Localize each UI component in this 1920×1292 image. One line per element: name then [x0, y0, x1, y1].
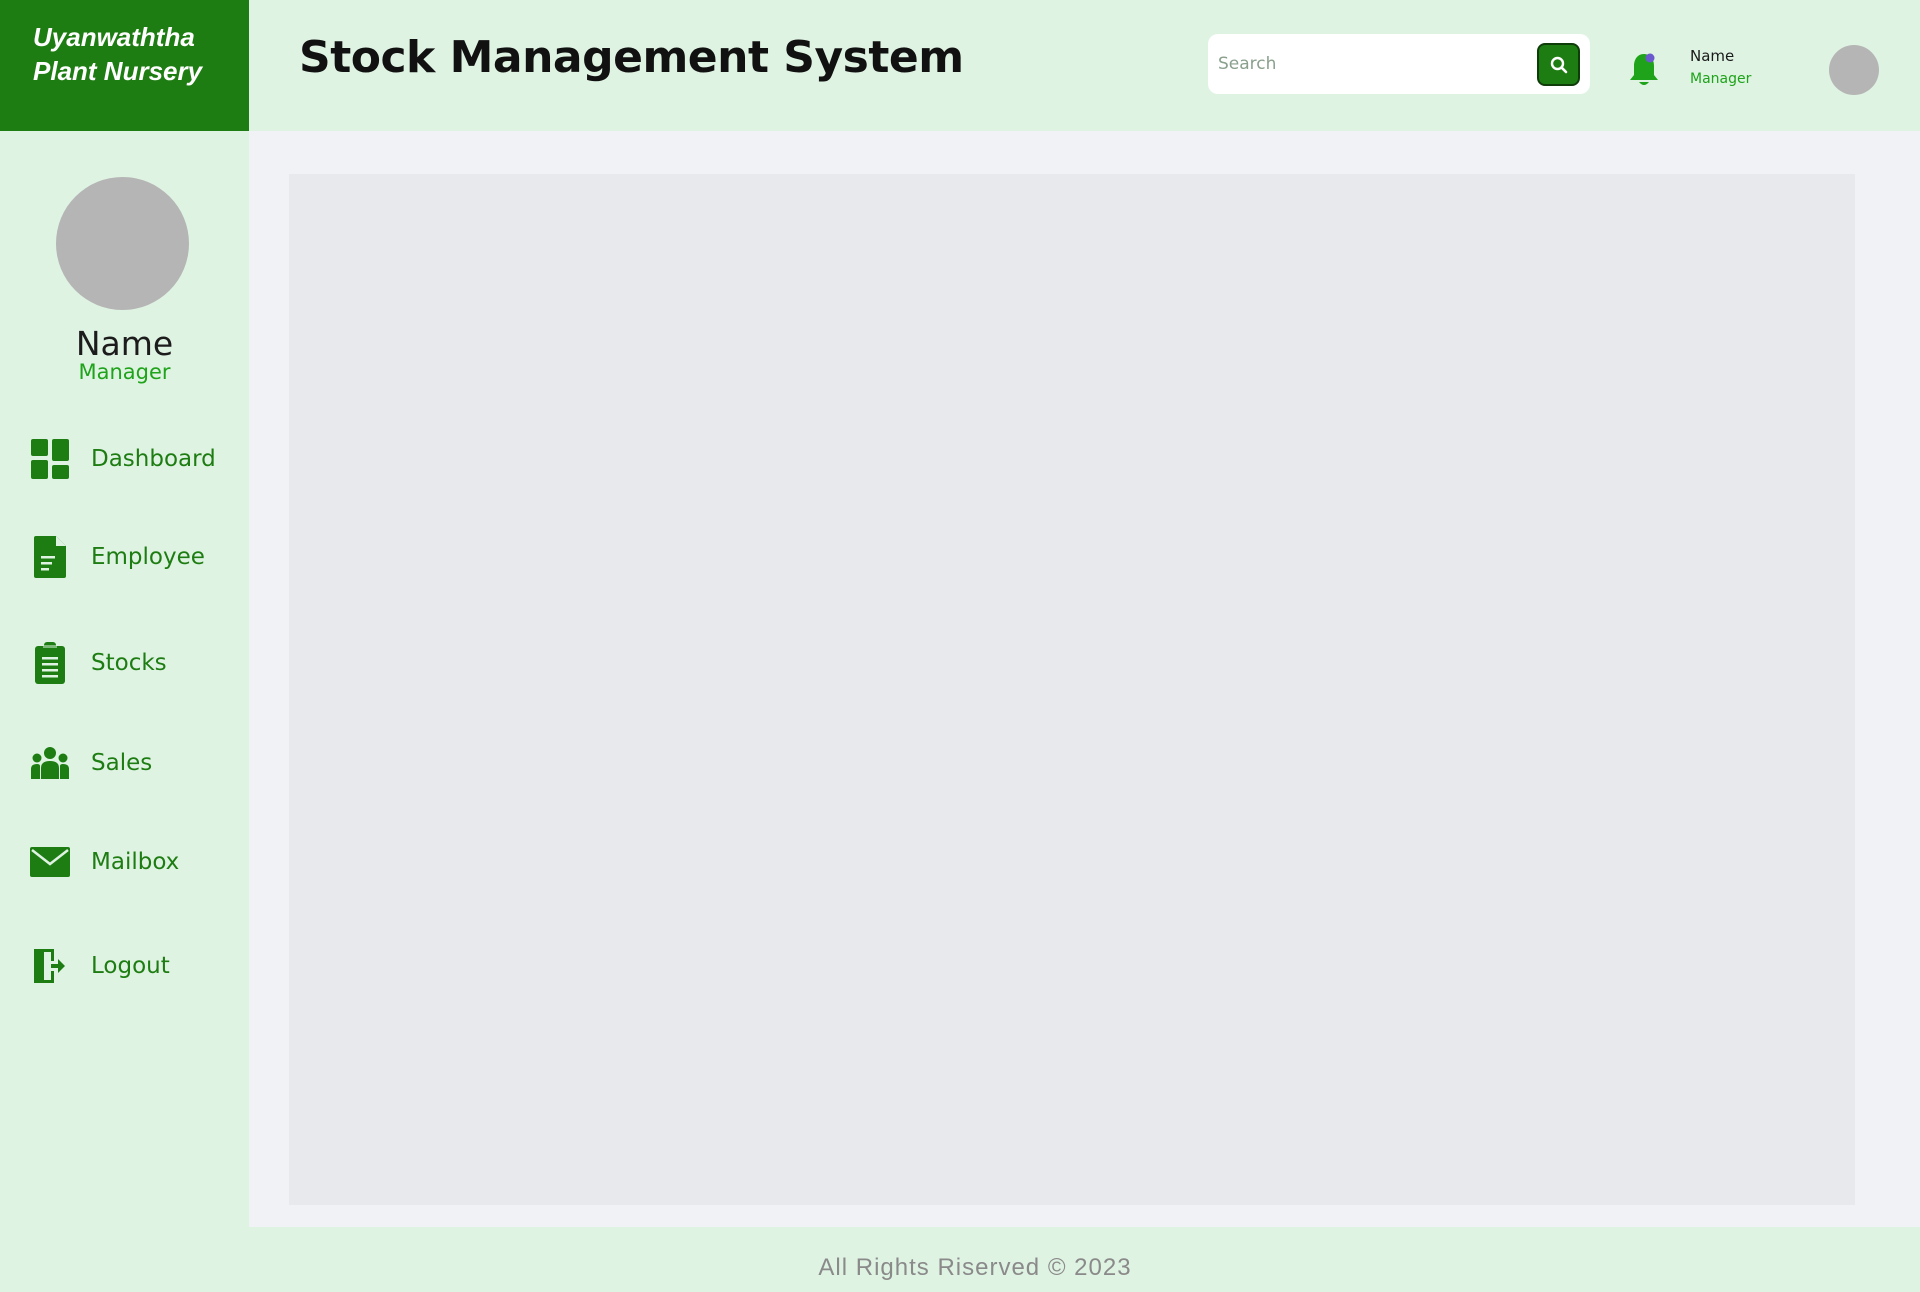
search-icon — [1550, 56, 1567, 73]
header-user-info[interactable]: Name Manager — [1690, 47, 1751, 87]
sidebar-item-label: Employee — [91, 544, 205, 570]
sidebar-item-label: Sales — [91, 750, 153, 776]
main-content-area — [289, 174, 1855, 1205]
document-icon — [30, 535, 70, 579]
bell-icon — [1630, 53, 1658, 85]
search-button[interactable] — [1537, 43, 1580, 86]
header-avatar[interactable] — [1829, 45, 1879, 95]
sidebar-item-stocks[interactable]: Stocks — [30, 638, 167, 688]
envelope-icon — [30, 840, 70, 884]
clipboard-icon — [30, 641, 70, 685]
search-input[interactable] — [1218, 46, 1518, 82]
footer-copyright: All Rights Riserved © 2023 — [818, 1254, 1132, 1281]
sidebar-item-mailbox[interactable]: Mailbox — [30, 837, 179, 887]
sidebar-item-dashboard[interactable]: Dashboard — [30, 434, 216, 484]
header-user-name: Name — [1690, 47, 1735, 65]
dashboard-icon — [30, 437, 70, 481]
search-bar — [1208, 34, 1590, 94]
footer: All Rights Riserved © 2023 — [249, 1227, 1920, 1292]
sidebar: Name Manager Dashboard Employee Stocks S… — [0, 131, 249, 1292]
brand-name-line1: Uyanwaththa — [33, 22, 195, 52]
notification-button[interactable] — [1627, 50, 1661, 90]
users-icon — [30, 741, 70, 785]
top-header: Stock Management System Name Manager — [249, 0, 1920, 131]
profile-role: Manager — [78, 360, 171, 384]
sidebar-item-logout[interactable]: Logout — [30, 941, 170, 991]
profile-name: Name — [75, 324, 174, 363]
page-title: Stock Management System — [299, 32, 964, 83]
sidebar-item-label: Stocks — [91, 650, 167, 676]
logout-icon — [30, 944, 70, 988]
sidebar-item-sales[interactable]: Sales — [30, 738, 152, 788]
profile-avatar[interactable] — [56, 177, 189, 310]
sidebar-item-label: Logout — [91, 953, 170, 979]
sidebar-item-employee[interactable]: Employee — [30, 532, 205, 582]
header-user-role: Manager — [1690, 71, 1752, 87]
brand-name-line2: Plant Nursery — [33, 56, 203, 86]
sidebar-item-label: Dashboard — [91, 446, 216, 472]
brand-logo[interactable]: Uyanwaththa Plant Nursery — [0, 0, 249, 131]
sidebar-item-label: Mailbox — [91, 849, 180, 875]
